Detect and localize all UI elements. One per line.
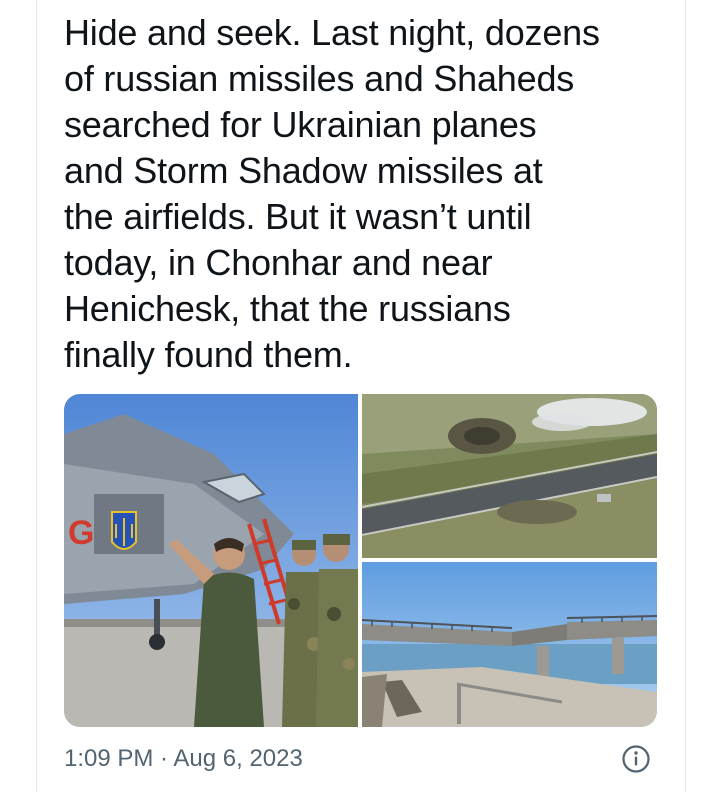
photo-soldiers-jet[interactable]: G: [64, 394, 358, 727]
tweet-text: Hide and seek. Last night, dozens of rus…: [64, 12, 600, 375]
media-grid[interactable]: G: [64, 394, 657, 727]
svg-text:G: G: [68, 514, 94, 552]
tweet-timestamp[interactable]: 1:09 PM · Aug 6, 2023: [64, 744, 303, 774]
info-circle-icon[interactable]: [621, 744, 651, 774]
photo-bridge-aerial[interactable]: [362, 394, 657, 558]
photo-collapsed-bridge[interactable]: [362, 562, 657, 727]
